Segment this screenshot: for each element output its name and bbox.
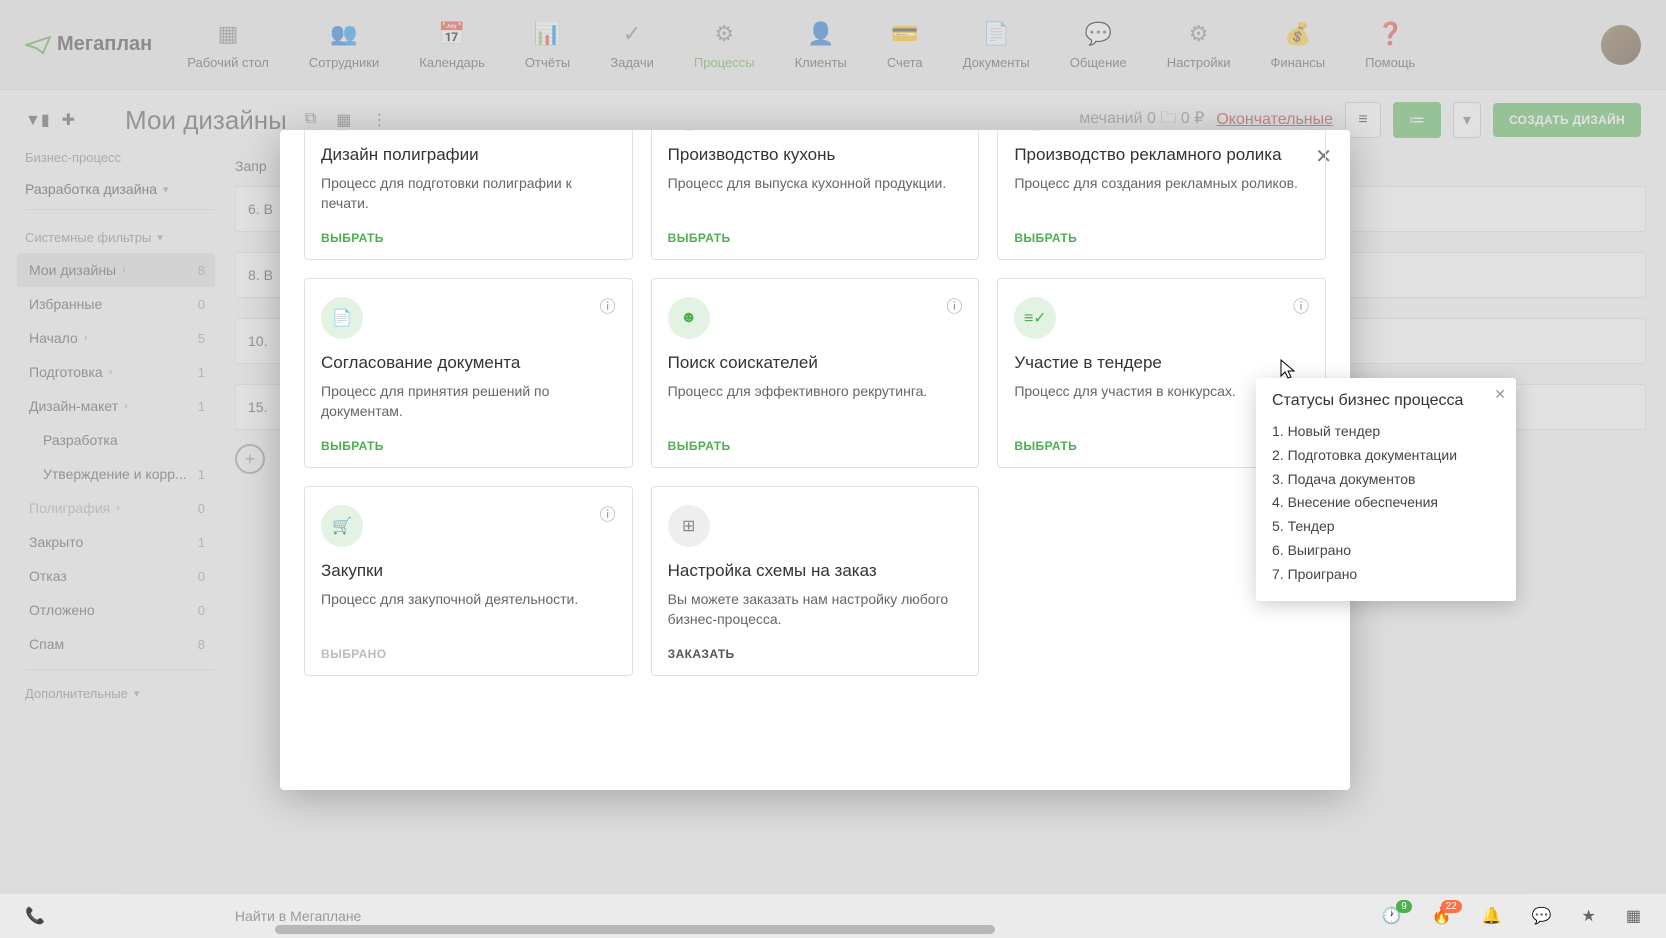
process-templates-modal: ✕ ▭Дизайн полиграфииПроцесс для подготов… (280, 130, 1350, 790)
template-card: ⊞ Настройка схемы на заказ Вы можете заказ… (651, 486, 980, 676)
card-title: Поиск соискателей (668, 353, 963, 373)
grid-icon[interactable]: ▦ (1626, 906, 1641, 926)
card-action[interactable]: ВЫБРАТЬ (321, 231, 616, 245)
tooltip-item: 1. Новый тендер (1272, 420, 1500, 444)
star-icon[interactable]: ★ (1582, 906, 1596, 926)
card-title: Настройка схемы на заказ (668, 561, 963, 581)
card-icon: 🛒 (321, 505, 363, 547)
card-icon: ▭ (1014, 130, 1056, 131)
tooltip-item: 6. Выиграно (1272, 539, 1500, 563)
tooltip-item: 3. Подача документов (1272, 468, 1500, 492)
card-icon: ≡✓ (1014, 297, 1056, 339)
card-action[interactable]: ВЫБРАНО (321, 647, 616, 661)
card-desc: Вы можете заказать нам настройку любого … (668, 589, 963, 633)
info-icon[interactable]: ⓘ (1293, 293, 1311, 311)
tooltip-item: 4. Внесение обеспечения (1272, 491, 1500, 515)
card-action[interactable]: ЗАКАЗАТЬ (668, 647, 963, 661)
info-icon[interactable]: ⓘ (600, 293, 618, 311)
template-card: ▭ Дизайн полиграфии Процесс для подготовки… (304, 130, 633, 260)
cursor-icon (1278, 358, 1298, 382)
card-desc: Процесс для создания рекламных роликов. (1014, 173, 1309, 217)
tooltip-title: Статусы бизнес процесса (1272, 392, 1500, 410)
status-tooltip: ✕ Статусы бизнес процесса 1. Новый тенде… (1256, 378, 1516, 601)
info-icon[interactable]: ⓘ (600, 501, 618, 519)
card-desc: Процесс для выпуска кухонной продукции. (668, 173, 963, 217)
tooltip-close-icon[interactable]: ✕ (1494, 386, 1506, 403)
card-action[interactable]: ВЫБРАТЬ (668, 231, 963, 245)
card-action[interactable]: ВЫБРАТЬ (668, 439, 963, 453)
tooltip-item: 7. Проиграно (1272, 563, 1500, 587)
card-title: Согласование документа (321, 353, 616, 373)
card-title: Производство кухонь (668, 145, 963, 165)
card-icon: ☻ (668, 297, 710, 339)
card-desc: Процесс для подготовки полиграфии к печа… (321, 173, 616, 217)
scrollbar[interactable] (275, 925, 995, 934)
template-card: ⓘ ☻ Поиск соискателей Процесс для эффективн… (651, 278, 980, 468)
card-icon: ▭ (321, 130, 363, 131)
chat-icon[interactable]: 💬 (1532, 906, 1552, 926)
tooltip-item: 5. Тендер (1272, 515, 1500, 539)
template-card: ▭ Производство кухонь Процесс для выпуска … (651, 130, 980, 260)
card-desc: Процесс для эффективного рекрутинга. (668, 381, 963, 425)
bell-icon[interactable]: 🔔 (1482, 906, 1502, 926)
card-desc: Процесс для принятия решений по документ… (321, 381, 616, 425)
card-title: Участие в тендере (1014, 353, 1309, 373)
template-card: ⓘ 🛒 Закупки Процесс для закупочной деятельн… (304, 486, 633, 676)
card-title: Производство рекламного ролика (1014, 145, 1309, 165)
info-icon[interactable]: ⓘ (946, 293, 964, 311)
card-title: Дизайн полиграфии (321, 145, 616, 165)
card-icon: ⊞ (668, 505, 710, 547)
card-title: Закупки (321, 561, 616, 581)
template-card: ⓘ 📄 Согласование документа Процесс для прин… (304, 278, 633, 468)
card-desc: Процесс для закупочной деятельности. (321, 589, 616, 633)
card-action[interactable]: ВЫБРАТЬ (321, 439, 616, 453)
card-icon: 📄 (321, 297, 363, 339)
phone-icon[interactable]: 📞 (25, 906, 45, 926)
tooltip-item: 2. Подготовка документации (1272, 444, 1500, 468)
search-input[interactable]: Найти в Мегаплане (75, 908, 1352, 924)
card-action[interactable]: ВЫБРАТЬ (1014, 231, 1309, 245)
clock-icon[interactable]: 🕐9 (1382, 906, 1402, 926)
fire-icon[interactable]: 🔥22 (1432, 906, 1452, 926)
template-card: ▭ Производство рекламного ролика Процесс д… (997, 130, 1326, 260)
card-icon: ▭ (668, 130, 710, 131)
